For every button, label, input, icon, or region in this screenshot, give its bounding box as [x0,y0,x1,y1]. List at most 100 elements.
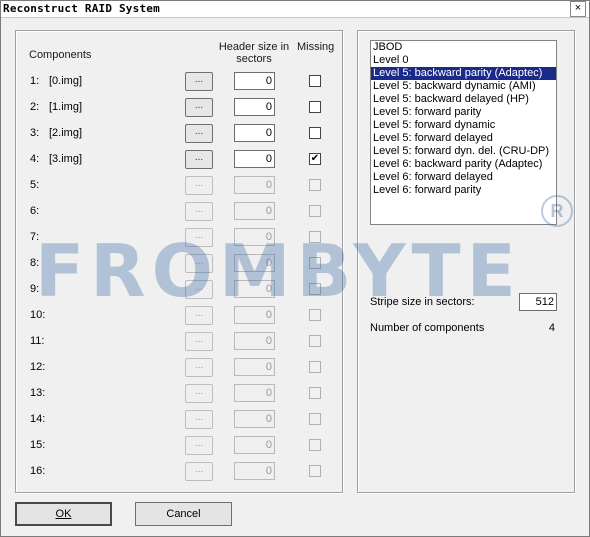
missing-checkbox[interactable] [309,361,321,373]
browse-button[interactable]: ... [185,72,213,91]
raid-level-option[interactable]: Level 6: forward parity [371,184,556,197]
browse-button[interactable]: ... [185,358,213,377]
browse-button[interactable]: ... [185,436,213,455]
header-size-input[interactable]: 0 [234,176,275,194]
missing-checkbox[interactable] [309,387,321,399]
raid-level-listbox[interactable]: JBOD Level 0 Level 5: backward parity (Ada… [370,40,557,225]
component-number: 1: [30,75,40,87]
ok-button-label: OK [55,508,72,520]
missing-checkbox[interactable] [309,413,321,425]
number-of-components-value: 4 [548,322,555,334]
header-size-input[interactable]: 0 [234,306,275,324]
component-file-name: [3.img] [49,153,83,165]
browse-button[interactable]: ... [185,462,213,481]
raid-level-option[interactable]: Level 5: backward delayed (HP) [371,93,556,106]
component-number: 6: [30,205,40,217]
component-row: 13:... 0 [16,381,342,407]
component-number: 12: [30,361,46,373]
raid-level-option[interactable]: Level 5: forward parity [371,106,556,119]
component-number: 11: [30,335,45,347]
browse-button[interactable]: ... [185,254,213,273]
component-row: 14:... 0 [16,407,342,433]
browse-button[interactable]: ... [185,228,213,247]
components-panel: Components Header size in sectors Missin… [15,30,343,493]
component-row: 6:... 0 [16,199,342,225]
component-number: 15: [30,439,46,451]
header-size-input[interactable]: 0 [234,358,275,376]
header-size-input[interactable]: 0 [234,384,275,402]
browse-button[interactable]: ... [185,150,213,169]
ok-button[interactable]: OK [15,502,112,526]
browse-button[interactable]: ... [185,98,213,117]
missing-checkbox[interactable] [309,465,321,477]
reconstruct-raid-dialog: Reconstruct RAID System × Components Hea… [0,0,590,537]
component-number: 13: [30,387,46,399]
browse-button[interactable]: ... [185,410,213,429]
component-number: 7: [30,231,40,243]
missing-checkbox[interactable] [309,75,321,87]
header-size-input[interactable]: 0 [234,462,275,480]
browse-button[interactable]: ... [185,332,213,351]
missing-checkbox[interactable] [309,439,321,451]
header-size-input[interactable]: 0 [234,436,275,454]
component-file-name: [1.img] [49,101,83,113]
missing-checkbox[interactable] [309,127,321,139]
raid-level-option[interactable]: Level 5: forward dynamic [371,119,556,132]
header-size-input[interactable]: 0 [234,332,275,350]
browse-button[interactable]: ... [185,202,213,221]
raid-level-option[interactable]: Level 6: forward delayed [371,171,556,184]
component-row: 15:... 0 [16,433,342,459]
browse-button[interactable]: ... [185,306,213,325]
header-size-header-line1: Header size in [218,41,290,53]
header-size-input[interactable]: 0 [234,124,275,142]
raid-level-option[interactable]: Level 0 [371,54,556,67]
component-number: 8: [30,257,40,269]
missing-checkbox[interactable] [309,231,321,243]
component-row: 10:... 0 [16,303,342,329]
header-size-input[interactable]: 0 [234,280,275,298]
component-row: 9:... 0 [16,277,342,303]
component-row: 12:... 0 [16,355,342,381]
raid-level-option[interactable]: Level 5: forward dyn. del. (CRU-DP) [371,145,556,158]
close-icon[interactable]: × [570,1,586,17]
browse-button[interactable]: ... [185,176,213,195]
browse-button[interactable]: ... [185,280,213,299]
cancel-button-label: Cancel [166,508,201,520]
header-size-header: Header size in sectors [218,41,290,65]
stripe-size-input[interactable]: 512 [519,293,557,311]
missing-checkbox[interactable] [309,335,321,347]
raid-options-panel: JBOD Level 0 Level 5: backward parity (Ada… [357,30,575,493]
header-size-input[interactable]: 0 [234,228,275,246]
registered-mark: R [541,195,573,227]
browse-button[interactable]: ... [185,124,213,143]
header-size-input[interactable]: 0 [234,98,275,116]
component-row: 5:... 0 [16,173,342,199]
missing-checkbox[interactable] [309,309,321,321]
raid-level-option[interactable]: JBOD [371,41,556,54]
component-number: 4: [30,153,40,165]
component-file-name: [2.img] [49,127,83,139]
raid-level-option[interactable]: Level 5: backward parity (Adaptec) [371,67,556,80]
missing-header: Missing [297,41,335,53]
missing-checkbox[interactable] [309,205,321,217]
browse-button[interactable]: ... [185,384,213,403]
raid-level-option[interactable]: Level 5: backward dynamic (AMI) [371,80,556,93]
missing-checkbox[interactable] [309,101,321,113]
missing-checkbox[interactable] [309,257,321,269]
header-size-header-line2: sectors [236,53,272,65]
header-size-input[interactable]: 0 [234,150,275,168]
header-size-input[interactable]: 0 [234,72,275,90]
missing-checkbox[interactable]: ✔ [309,153,321,165]
missing-checkbox[interactable] [309,283,321,295]
raid-level-option[interactable]: Level 5: forward delayed [371,132,556,145]
header-size-input[interactable]: 0 [234,410,275,428]
cancel-button[interactable]: Cancel [135,502,232,526]
component-row: 4: [3.img]... 0 ✔ [16,147,342,173]
component-row: 2: [1.img]... 0 [16,95,342,121]
header-size-input[interactable]: 0 [234,254,275,272]
header-size-input[interactable]: 0 [234,202,275,220]
missing-checkbox[interactable] [309,179,321,191]
component-number: 14: [30,413,46,425]
raid-level-option[interactable]: Level 6: backward parity (Adaptec) [371,158,556,171]
component-number: 5: [30,179,40,191]
